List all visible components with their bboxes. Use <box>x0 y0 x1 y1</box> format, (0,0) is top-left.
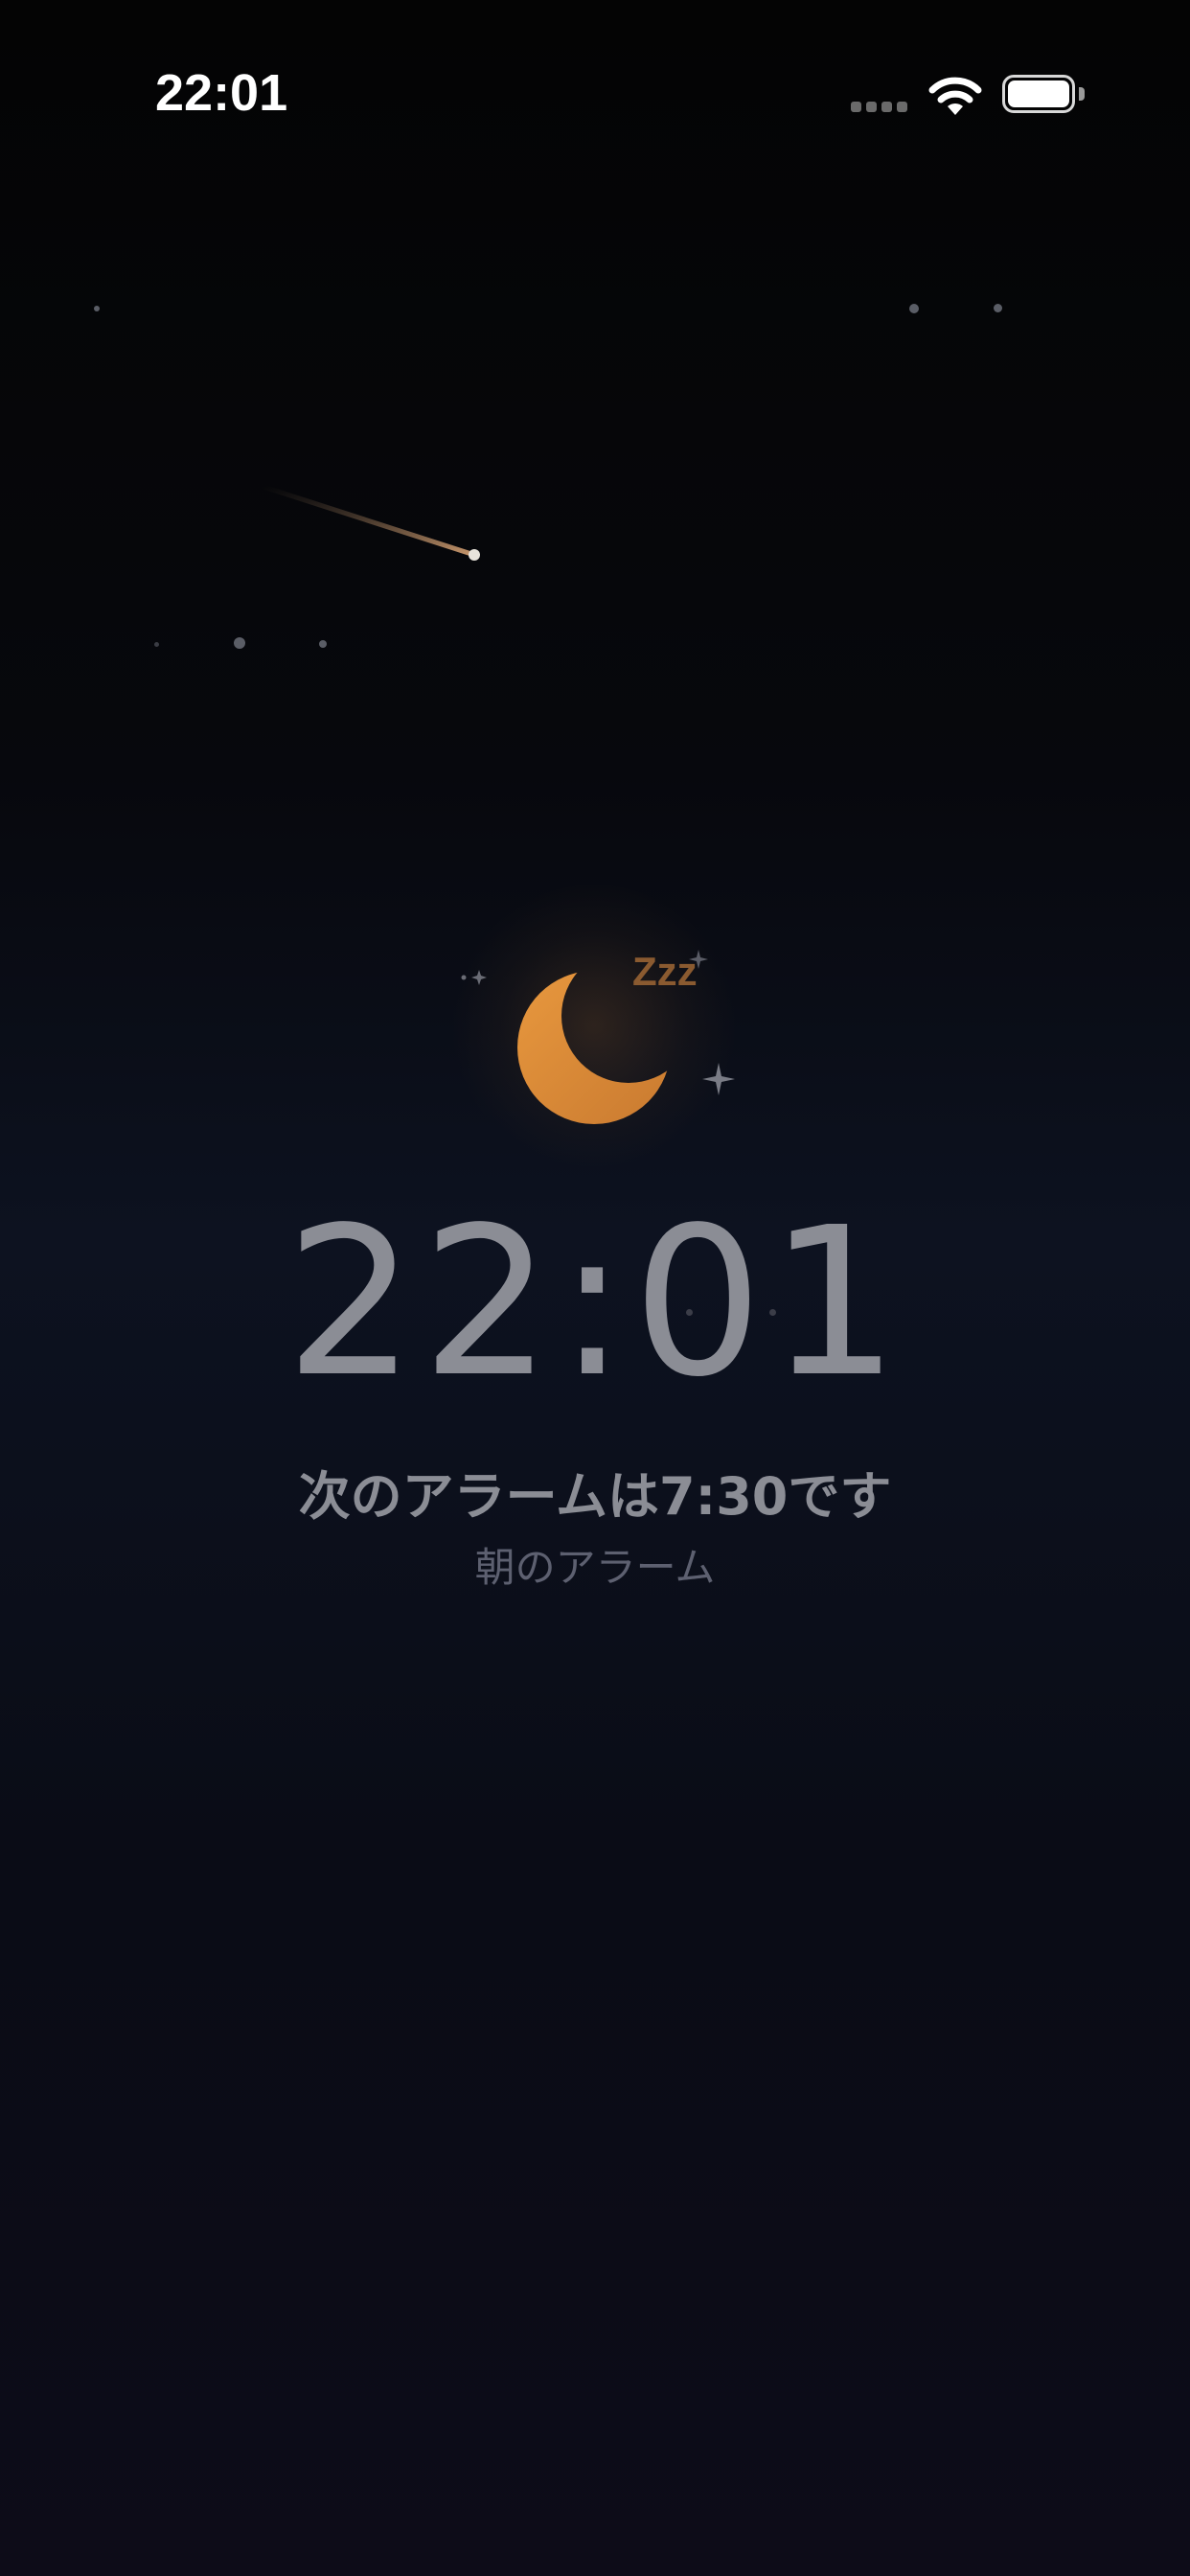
star-dot <box>234 637 245 649</box>
next-alarm-text: 次のアラームは7:30です <box>298 1466 892 1527</box>
star-dot <box>94 306 100 311</box>
cellular-signal-icon <box>851 102 910 115</box>
star-dot <box>686 1309 693 1316</box>
star-dot <box>909 304 919 313</box>
sparkle-icon <box>702 1063 735 1095</box>
status-bar: 22:01 <box>0 0 1190 192</box>
battery-full-icon <box>1002 75 1085 115</box>
star-dot <box>994 304 1002 312</box>
clock-display: 22:01 <box>285 1184 905 1422</box>
status-time: 22:01 <box>155 64 288 122</box>
wifi-icon <box>928 77 982 115</box>
star-dot <box>154 642 159 647</box>
shooting-star-icon <box>261 484 480 561</box>
sleep-screen: 22:01 Zzz 22:01 次のアラームは7:30です 朝のアラーム <box>0 0 1190 2576</box>
alarm-label: 朝のアラーム <box>474 1544 716 1591</box>
sparkle-icon <box>461 970 487 985</box>
star-dot <box>319 640 327 648</box>
sparkle-icon <box>689 950 708 969</box>
star-dot <box>769 1309 776 1316</box>
